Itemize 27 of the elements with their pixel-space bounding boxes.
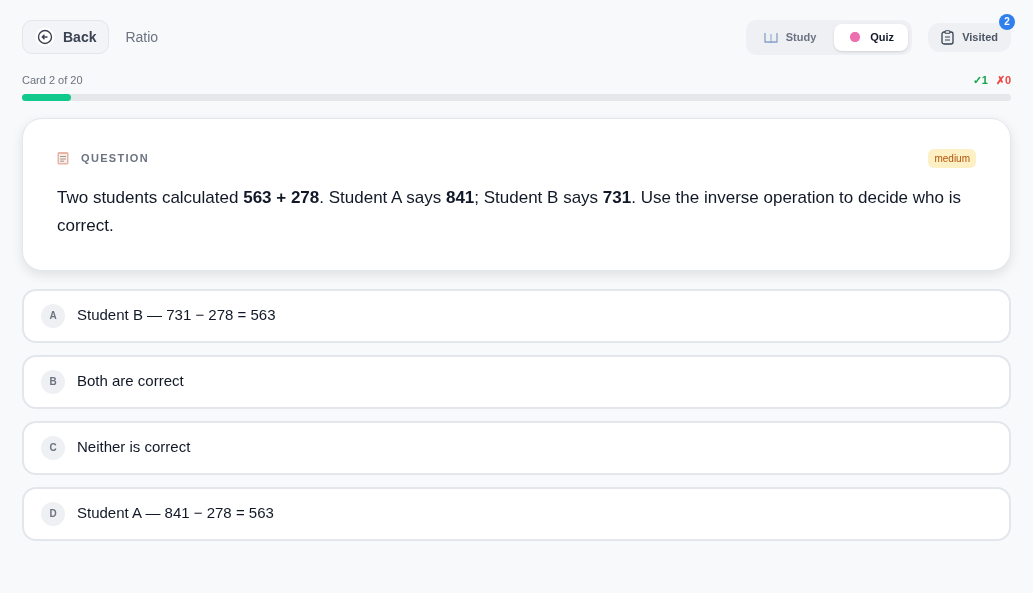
visited-count-badge: 2	[999, 13, 1015, 30]
back-arrow-icon	[35, 27, 55, 47]
option-text: Student A — 841 − 278 = 563	[77, 503, 274, 524]
answer-option[interactable]: A Student B — 731 − 278 = 563	[22, 288, 1011, 343]
question-label: QUESTION	[81, 150, 149, 166]
option-text: Both are correct	[77, 371, 184, 392]
correct-count: ✓1	[972, 73, 988, 88]
option-text: Student B — 731 − 278 = 563	[77, 305, 276, 326]
answer-option[interactable]: D Student A — 841 − 278 = 563	[22, 486, 1011, 541]
question-text: Two students calculated 563 + 278. Student A says 841; Student B says 731. Use the inverse operation to decide who is correct.	[57, 186, 962, 237]
wrong-count: ✗0	[995, 73, 1011, 88]
option-letter: B	[41, 369, 65, 394]
mode-tab[interactable]: Quiz	[834, 23, 909, 51]
option-letter: D	[41, 501, 65, 526]
mode-tab[interactable]: Study	[749, 23, 831, 51]
option-letter: A	[41, 303, 65, 328]
answer-option[interactable]: B Both are correct	[22, 354, 1011, 409]
option-text: Neither is correct	[77, 437, 191, 458]
difficulty-tag: medium	[928, 148, 976, 168]
clipboard-icon	[57, 151, 69, 165]
clipboard-icon	[941, 29, 955, 45]
topic-title: Ratio	[125, 27, 159, 47]
answer-option[interactable]: C Neither is correct	[22, 420, 1011, 475]
back-button[interactable]: Back	[22, 20, 110, 54]
card-counter: Card 2 of 20	[22, 73, 83, 88]
book-icon	[763, 31, 778, 43]
option-letter: C	[41, 435, 65, 460]
